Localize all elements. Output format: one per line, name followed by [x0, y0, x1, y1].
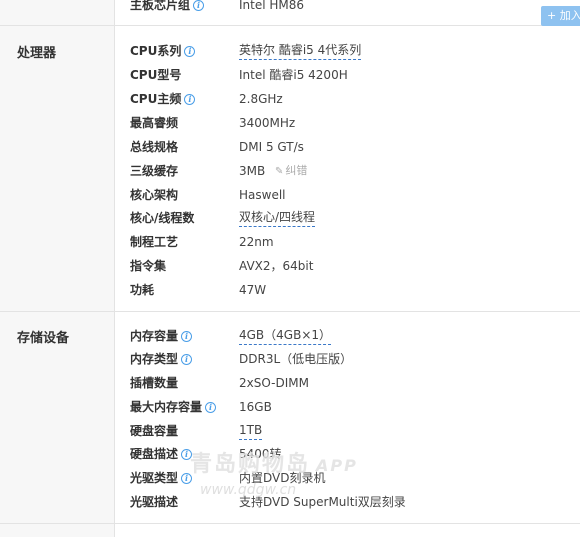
spec-label: 制程工艺: [130, 235, 179, 249]
spec-value-link[interactable]: 英特尔 酷睿i5 4代系列: [239, 42, 362, 60]
spec-value: 22nm: [239, 235, 274, 249]
watermark-url: www.qdgw.cn: [200, 482, 297, 498]
spec-label: 硬盘容量: [130, 424, 179, 438]
spec-row: 核心/线程数 双核心/四线程: [130, 208, 570, 228]
add-compare-button[interactable]: + 加入: [541, 6, 580, 26]
spec-label: 光驱描述: [130, 495, 179, 509]
spec-value: Intel HM86: [239, 0, 305, 12]
spec-value-link[interactable]: 1TB: [239, 422, 263, 440]
spec-label: 硬盘描述 i: [130, 444, 193, 464]
spec-label: CPU型号: [130, 68, 182, 82]
spec-value: DDR3L（低电压版）: [239, 352, 353, 366]
spec-row: 内存容量 i 4GB（4GB×1）: [130, 326, 570, 346]
spec-value: 3MB: [239, 164, 266, 178]
spec-label: 光驱类型 i: [130, 468, 193, 488]
spec-label: CPU主频 i: [130, 89, 196, 109]
spec-row: CPU主频 i 2.8GHz: [130, 89, 570, 109]
spec-value: 2xSO-DIMM: [239, 376, 309, 390]
spec-value: 16GB: [239, 400, 272, 414]
spec-label: 核心/线程数: [130, 211, 195, 225]
divider: [0, 311, 580, 312]
spec-label: 核心架构: [130, 188, 179, 202]
spec-value: 3400MHz: [239, 116, 296, 130]
spec-label: 总线规格: [130, 140, 179, 154]
spec-row: 光驱描述 支持DVD SuperMulti双层刻录: [130, 492, 570, 512]
spec-row: 内存类型 i DDR3L（低电压版）: [130, 349, 570, 369]
spec-row: 最高睿频 3400MHz: [130, 113, 570, 133]
spec-label: 指令集: [130, 259, 167, 273]
info-icon[interactable]: i: [184, 94, 196, 105]
spec-value: Haswell: [239, 188, 286, 202]
spec-value: 2.8GHz: [239, 92, 283, 106]
spec-value-link[interactable]: 双核心/四线程: [239, 209, 316, 227]
spec-row: 三级缓存 3MB ✎ 纠错: [130, 161, 570, 181]
spec-label: 内存容量 i: [130, 326, 193, 346]
section-title-storage: 存储设备: [17, 331, 70, 346]
spec-row: 硬盘容量 1TB: [130, 421, 570, 441]
spec-value: Intel 酷睿i5 4200H: [239, 68, 348, 82]
spec-value-link[interactable]: 4GB（4GB×1）: [239, 327, 332, 345]
spec-label: 三级缓存: [130, 164, 179, 178]
spec-label: 功耗: [130, 283, 155, 297]
edit-correction-link[interactable]: ✎ 纠错: [275, 161, 307, 182]
spec-label: 最大内存容量 i: [130, 397, 217, 417]
section-title-processor: 处理器: [17, 46, 57, 61]
spec-value: AVX2，64bit: [239, 259, 314, 273]
spec-row: 指令集 AVX2，64bit: [130, 256, 570, 276]
spec-row: 插槽数量 2xSO-DIMM: [130, 373, 570, 393]
spec-value: DMI 5 GT/s: [239, 140, 304, 154]
spec-value: 47W: [239, 283, 267, 297]
divider: [0, 25, 580, 26]
spec-row: 功耗 47W: [130, 280, 570, 300]
divider: [0, 523, 580, 524]
pencil-icon: ✎: [275, 166, 284, 177]
spec-row: CPU型号 Intel 酷睿i5 4200H: [130, 65, 570, 85]
spec-row: 核心架构 Haswell: [130, 185, 570, 205]
spec-row: CPU系列 i 英特尔 酷睿i5 4代系列: [130, 41, 570, 61]
spec-row: 总线规格 DMI 5 GT/s: [130, 137, 570, 157]
info-icon[interactable]: i: [184, 46, 196, 57]
spec-row: 制程工艺 22nm: [130, 232, 570, 252]
watermark-logo: 青岛购物岛 APP: [190, 452, 358, 477]
spec-label: 内存类型 i: [130, 349, 193, 369]
info-icon[interactable]: i: [181, 331, 193, 342]
spec-row-chipset: 主板芯片组 i Intel HM86: [130, 0, 570, 15]
spec-row: 最大内存容量 i 16GB: [130, 397, 570, 417]
spec-label: 插槽数量: [130, 376, 179, 390]
info-icon[interactable]: i: [205, 402, 217, 413]
spec-label: 主板芯片组 i: [130, 0, 205, 15]
info-icon[interactable]: i: [181, 354, 193, 365]
label-column: [0, 0, 115, 537]
spec-label: CPU系列 i: [130, 41, 196, 61]
spec-label: 最高睿频: [130, 116, 179, 130]
info-icon[interactable]: i: [193, 0, 205, 11]
